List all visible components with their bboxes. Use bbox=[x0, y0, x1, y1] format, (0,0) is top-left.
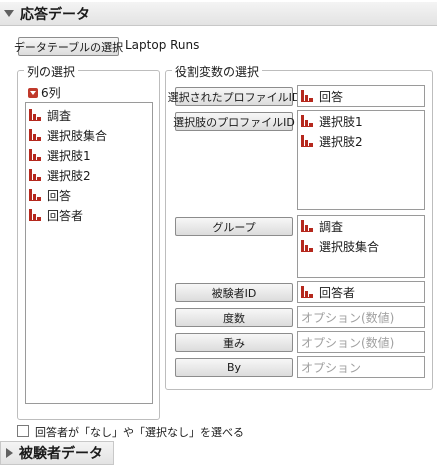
role-box-frequency[interactable]: オプション(数値) bbox=[297, 306, 425, 328]
data-table-name: Laptop Runs bbox=[125, 38, 200, 52]
bar-chart-icon bbox=[301, 115, 313, 127]
column-list-item[interactable]: 調査 bbox=[26, 105, 152, 125]
bar-chart-icon bbox=[29, 189, 41, 201]
column-label: 回答 bbox=[47, 188, 72, 203]
select-data-table-button[interactable]: データテーブルの選択 bbox=[14, 37, 123, 56]
role-value-label: 回答者 bbox=[319, 285, 356, 300]
role-list-item[interactable]: 選択肢1 bbox=[298, 111, 424, 131]
bar-chart-icon bbox=[29, 209, 41, 221]
role-box-weight[interactable]: オプション(数値) bbox=[297, 331, 425, 353]
role-placeholder: オプション(数値) bbox=[301, 310, 395, 325]
bar-chart-icon bbox=[301, 135, 313, 147]
bar-chart-icon bbox=[301, 240, 313, 252]
bar-chart-icon bbox=[29, 129, 41, 141]
role-box-choice-profile-id[interactable]: 選択肢1 選択肢2 bbox=[297, 110, 425, 210]
select-columns-title: 列の選択 bbox=[24, 63, 79, 80]
column-label: 選択肢2 bbox=[47, 168, 91, 183]
role-value-label: 選択肢集合 bbox=[319, 239, 380, 254]
role-box-subject-id[interactable]: 回答者 bbox=[297, 281, 425, 303]
role-placeholder: オプション(数値) bbox=[301, 335, 395, 350]
column-list-item[interactable]: 選択肢2 bbox=[26, 165, 152, 185]
role-button-weight[interactable]: 重み bbox=[175, 333, 293, 352]
role-list-item[interactable]: 回答 bbox=[298, 86, 424, 106]
bar-chart-icon bbox=[301, 286, 313, 298]
column-label: 回答者 bbox=[47, 208, 84, 223]
role-placeholder: オプション bbox=[301, 360, 362, 375]
role-list-item[interactable]: 調査 bbox=[298, 216, 424, 236]
column-label: 調査 bbox=[47, 108, 72, 123]
column-list[interactable]: 調査 選択肢集合 選択肢1 選択肢2 回答 回答者 bbox=[25, 102, 153, 404]
role-box-chosen-profile-id[interactable]: 回答 bbox=[297, 85, 425, 107]
expand-triangle-icon[interactable] bbox=[6, 448, 13, 458]
role-list-item[interactable]: 選択肢2 bbox=[298, 131, 424, 151]
role-value-label: 選択肢1 bbox=[319, 114, 363, 129]
role-box-by[interactable]: オプション bbox=[297, 356, 425, 378]
collapse-triangle-icon[interactable] bbox=[4, 10, 14, 17]
section-title: 被験者データ bbox=[19, 446, 103, 462]
section-title: 応答データ bbox=[20, 6, 90, 23]
role-box-group[interactable]: 調査 選択肢集合 bbox=[297, 215, 425, 278]
none-option-label: 回答者が「なし」や「選択なし」を選べる bbox=[35, 426, 244, 439]
role-button-chosen-profile-id[interactable]: 選択されたプロファイルID bbox=[168, 87, 300, 106]
column-list-item[interactable]: 選択肢1 bbox=[26, 145, 152, 165]
bar-chart-icon bbox=[301, 220, 313, 232]
role-value-label: 選択肢2 bbox=[319, 134, 363, 149]
none-option-checkbox[interactable] bbox=[17, 425, 29, 437]
role-value-label: 調査 bbox=[319, 219, 344, 234]
column-count-row[interactable]: 6列 bbox=[28, 84, 61, 101]
column-label: 選択肢集合 bbox=[47, 128, 108, 143]
role-value-label: 回答 bbox=[319, 89, 344, 104]
column-list-item[interactable]: 選択肢集合 bbox=[26, 125, 152, 145]
column-label: 選択肢1 bbox=[47, 148, 91, 163]
role-list-item[interactable]: 回答者 bbox=[298, 282, 424, 302]
column-list-item[interactable]: 回答 bbox=[26, 185, 152, 205]
role-button-by[interactable]: By bbox=[175, 358, 293, 377]
role-button-choice-profile-id[interactable]: 選択肢のプロファイルID bbox=[173, 112, 295, 131]
role-button-frequency[interactable]: 度数 bbox=[175, 308, 293, 327]
bar-chart-icon bbox=[29, 169, 41, 181]
red-dropdown-icon[interactable] bbox=[28, 87, 38, 98]
bar-chart-icon bbox=[301, 90, 313, 102]
subject-data-section-header[interactable]: 被験者データ bbox=[0, 441, 114, 465]
bar-chart-icon bbox=[29, 109, 41, 121]
role-button-subject-id[interactable]: 被験者ID bbox=[175, 283, 293, 302]
select-roles-title: 役割変数の選択 bbox=[172, 63, 263, 80]
role-list-item[interactable]: 選択肢集合 bbox=[298, 236, 424, 256]
column-count-label: 6列 bbox=[41, 86, 61, 100]
column-list-item[interactable]: 回答者 bbox=[26, 205, 152, 225]
role-button-group[interactable]: グループ bbox=[175, 217, 293, 236]
bar-chart-icon bbox=[29, 149, 41, 161]
response-data-section-header[interactable]: 応答データ bbox=[0, 2, 437, 26]
